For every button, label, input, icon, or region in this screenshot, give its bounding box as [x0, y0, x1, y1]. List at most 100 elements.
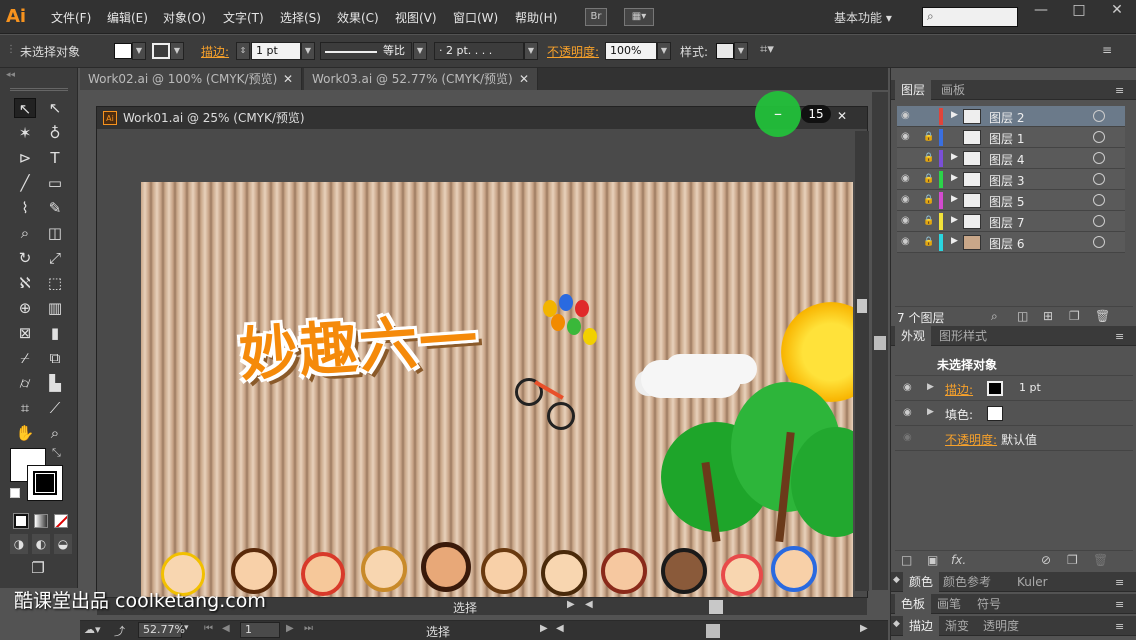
menu-type[interactable]: 文字(T)	[223, 9, 264, 26]
tab-layers[interactable]: 图层	[895, 80, 932, 100]
transform-icon[interactable]: ⌗▾	[760, 42, 774, 57]
selection-tool-icon[interactable]: ↖	[14, 98, 36, 118]
scroll-right-icon[interactable]: ▶	[860, 623, 868, 634]
layer-row[interactable]: ◉ 🔒 ▶ 图层 3	[897, 169, 1125, 190]
default-colors-icon[interactable]	[10, 488, 20, 498]
tab-work02[interactable]: Work02.ai @ 100% (CMYK/预览) ✕	[80, 68, 302, 90]
layer-row[interactable]: ◉ 🔒 ▶ 图层 5	[897, 190, 1125, 211]
tab-color[interactable]: 颜色	[903, 572, 940, 592]
visibility-eye-icon[interactable]: ◉	[901, 236, 915, 248]
expand-triangle-icon[interactable]: ▶	[951, 110, 958, 120]
stroke-swatch[interactable]	[152, 43, 170, 59]
direct-selection-tool-icon[interactable]: ↖	[44, 98, 66, 118]
minimize-document-button[interactable]: –	[755, 91, 801, 137]
line-tool-icon[interactable]: ╱	[14, 173, 36, 193]
layer-name[interactable]: 图层 6	[989, 235, 1024, 252]
tab-work03[interactable]: Work03.ai @ 52.77% (CMYK/预览) ✕	[304, 68, 538, 90]
screen-mode-icon[interactable]: ❐	[26, 558, 50, 578]
visibility-eye-icon[interactable]: ◉	[903, 382, 912, 393]
artboard[interactable]: 妙趣六一	[141, 182, 853, 598]
expand-triangle-icon[interactable]: ▶	[951, 173, 958, 183]
blob-brush-tool-icon[interactable]: ⌕	[14, 223, 36, 243]
rectangle-tool-icon[interactable]: ▭	[44, 173, 66, 193]
duplicate-item-icon[interactable]: ❐	[1067, 553, 1078, 567]
layer-row[interactable]: ◉ 🔒 ▶ 图层 7	[897, 211, 1125, 232]
visibility-eye-icon[interactable]: ◉	[901, 215, 915, 227]
lock-icon[interactable]: 🔒	[923, 236, 934, 248]
layer-target-icon[interactable]	[1093, 236, 1105, 248]
expand-icon[interactable]: ◆	[893, 575, 900, 585]
new-sublayer-icon[interactable]: ⊞	[1043, 309, 1053, 323]
prev-page-icon[interactable]: ◀	[222, 623, 230, 634]
lock-icon[interactable]: 🔒	[923, 194, 934, 206]
visibility-eye-icon[interactable]: ◉	[903, 432, 912, 443]
expand-triangle-icon[interactable]: ▶	[951, 194, 958, 204]
expand-triangle-icon[interactable]: ▶	[927, 407, 934, 417]
layer-name[interactable]: 图层 4	[989, 151, 1024, 168]
expand-triangle-icon[interactable]: ▶	[927, 382, 934, 392]
eraser-tool-icon[interactable]: ◫	[44, 223, 66, 243]
canvas-vertical-scrollbar[interactable]	[872, 92, 888, 590]
layer-target-icon[interactable]	[1093, 110, 1105, 122]
collapse-icon[interactable]: ◂◂	[6, 70, 15, 80]
menu-window[interactable]: 窗口(W)	[453, 9, 498, 26]
menu-help[interactable]: 帮助(H)	[515, 9, 557, 26]
make-clipping-mask-icon[interactable]: ◫	[1017, 309, 1028, 323]
sync-icon[interactable]: ☁▾	[84, 623, 101, 636]
brush-definition-field[interactable]: · 2 pt. . . .	[434, 42, 524, 60]
add-fill-icon[interactable]: ▣	[927, 553, 938, 567]
visibility-eye-icon[interactable]: ◉	[901, 131, 915, 143]
layer-row[interactable]: ◉ 🔒 ▶ 图层 6	[897, 232, 1125, 253]
fill-dropdown[interactable]: ▼	[132, 42, 146, 60]
horizontal-scroll-thumb[interactable]	[709, 600, 723, 614]
stroke-style-field[interactable]: 等比	[320, 42, 412, 60]
scale-tool-icon[interactable]: ⤢	[44, 248, 66, 268]
gradient-mode-icon[interactable]	[34, 514, 48, 528]
graphic-style-dropdown[interactable]: ▼	[734, 42, 748, 60]
gradient-tool-icon[interactable]: ▮	[44, 323, 66, 343]
status-arrow-icon[interactable]: ▶	[540, 623, 548, 634]
tab-appearance[interactable]: 外观	[895, 326, 932, 346]
stroke-label[interactable]: 描边:	[201, 43, 229, 60]
zoom-field[interactable]: 52.77%	[138, 622, 185, 638]
panel-menu-icon[interactable]: ≡	[1115, 576, 1124, 589]
appearance-opacity-label[interactable]: 不透明度:	[945, 431, 997, 448]
add-stroke-icon[interactable]: □	[901, 553, 912, 567]
delete-layer-icon[interactable]: 🗑	[1095, 309, 1110, 323]
bottom-scroll-thumb[interactable]	[706, 624, 720, 638]
expand-icon[interactable]: ◆	[893, 619, 900, 629]
layer-target-icon[interactable]	[1093, 152, 1105, 164]
opacity-dropdown[interactable]: ▼	[657, 42, 671, 60]
arrange-documents-icon[interactable]: ▦▾	[624, 8, 654, 26]
tab-stroke[interactable]: 描边	[903, 616, 940, 636]
tab-swatches[interactable]: 色板	[895, 594, 932, 614]
draw-normal-icon[interactable]: ◑	[10, 534, 28, 554]
layer-row[interactable]: ◉ ▶ 图层 2	[897, 106, 1125, 127]
zoom-tool-icon[interactable]: ⌕	[44, 423, 66, 443]
menu-select[interactable]: 选择(S)	[280, 9, 321, 26]
scroll-thumb[interactable]	[857, 299, 867, 313]
tab-transparency[interactable]: 透明度	[977, 616, 1025, 636]
status-next-icon[interactable]: ▶	[567, 599, 575, 610]
close-document-icon[interactable]: ✕	[837, 109, 847, 123]
clear-appearance-icon[interactable]: ⊘	[1041, 553, 1051, 567]
lasso-tool-icon[interactable]: ♁	[44, 123, 66, 143]
stroke-color-swatch[interactable]	[987, 381, 1003, 396]
layer-name[interactable]: 图层 2	[989, 109, 1024, 126]
color-mode-icon[interactable]	[13, 513, 29, 529]
appearance-stroke-label[interactable]: 描边:	[945, 381, 973, 398]
zoom-dropdown-icon[interactable]: ▾	[184, 623, 189, 633]
document-title-bar[interactable]: Ai Work01.ai @ 25% (CMYK/预览)	[97, 107, 867, 129]
width-tool-icon[interactable]: ℵ	[14, 273, 36, 293]
panel-menu-icon[interactable]: ≡	[1102, 43, 1112, 57]
document-vertical-scrollbar[interactable]	[855, 131, 869, 591]
stroke-weight-dropdown[interactable]: ▼	[301, 42, 315, 60]
menu-effect[interactable]: 效果(C)	[337, 9, 379, 26]
locate-object-icon[interactable]: ⌕	[991, 309, 998, 324]
next-page-icon[interactable]: ▶	[286, 623, 294, 634]
appearance-fill-row[interactable]: ◉ ▶ 填色:	[895, 402, 1133, 426]
layer-target-icon[interactable]	[1093, 215, 1105, 227]
visibility-eye-icon[interactable]: ◉	[901, 173, 915, 185]
rotate-tool-icon[interactable]: ↻	[14, 248, 36, 268]
draw-behind-icon[interactable]: ◐	[32, 534, 50, 554]
